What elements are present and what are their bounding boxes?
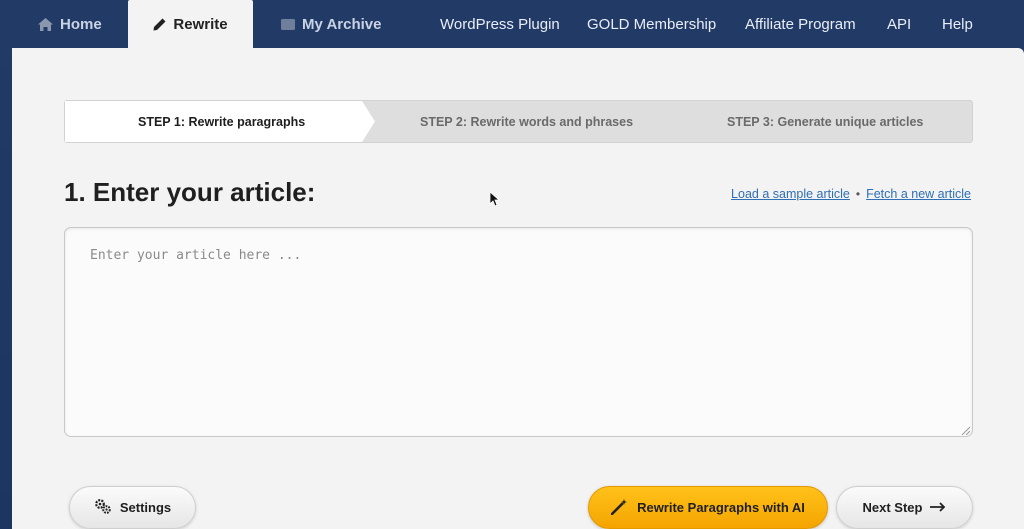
- step-3[interactable]: STEP 3: Generate unique articles: [727, 101, 923, 142]
- load-sample-link[interactable]: Load a sample article: [731, 187, 850, 201]
- mouse-cursor-icon: [490, 192, 500, 207]
- nav-api[interactable]: API: [887, 0, 911, 48]
- home-icon: [38, 17, 53, 31]
- nav-archive[interactable]: My Archive: [281, 0, 381, 48]
- nav-wordpress-label: WordPress Plugin: [440, 15, 560, 33]
- nav-api-label: API: [887, 15, 912, 33]
- next-step-button[interactable]: Next Step: [836, 486, 973, 529]
- nav-home-label: Home: [60, 15, 102, 33]
- folder-icon: [281, 18, 295, 30]
- nav-rewrite[interactable]: Rewrite: [128, 0, 253, 48]
- nav-gold-label: GOLD Membership: [587, 15, 717, 33]
- resize-grip-icon[interactable]: [961, 426, 970, 435]
- gears-icon: [94, 498, 112, 518]
- next-step-label: Next Step: [862, 500, 923, 515]
- nav-rewrite-label: Rewrite: [173, 15, 228, 33]
- link-separator: •: [855, 187, 861, 201]
- top-nav: Home Rewrite My Archive WordPress Plugin…: [0, 0, 1024, 48]
- article-links: Load a sample article • Fetch a new arti…: [731, 187, 971, 201]
- nav-help[interactable]: Help: [942, 0, 973, 48]
- nav-gold-membership[interactable]: GOLD Membership: [587, 0, 716, 48]
- nav-wordpress-plugin[interactable]: WordPress Plugin: [440, 0, 560, 48]
- nav-home[interactable]: Home: [38, 0, 102, 48]
- settings-label: Settings: [119, 500, 172, 515]
- step-2[interactable]: STEP 2: Rewrite words and phrases: [420, 101, 633, 142]
- arrow-right-icon: [930, 500, 946, 515]
- nav-affiliate-program[interactable]: Affiliate Program: [745, 0, 856, 48]
- settings-button[interactable]: Settings: [69, 486, 196, 529]
- steps-bar: STEP 1: Rewrite paragraphs STEP 2: Rewri…: [64, 100, 973, 143]
- rewrite-ai-label: Rewrite Paragraphs with AI: [637, 500, 805, 515]
- main-panel: STEP 1: Rewrite paragraphs STEP 2: Rewri…: [12, 48, 1024, 529]
- nav-affiliate-label: Affiliate Program: [745, 15, 856, 33]
- step-1[interactable]: STEP 1: Rewrite paragraphs: [138, 101, 305, 142]
- pencil-icon: [153, 18, 166, 31]
- fetch-article-link[interactable]: Fetch a new article: [866, 187, 971, 201]
- page-title: 1. Enter your article:: [64, 177, 316, 207]
- nav-help-label: Help: [942, 15, 973, 33]
- magic-wand-icon: [610, 498, 629, 518]
- rewrite-ai-button[interactable]: Rewrite Paragraphs with AI: [588, 486, 828, 529]
- article-input[interactable]: [64, 227, 973, 437]
- nav-archive-label: My Archive: [302, 15, 382, 33]
